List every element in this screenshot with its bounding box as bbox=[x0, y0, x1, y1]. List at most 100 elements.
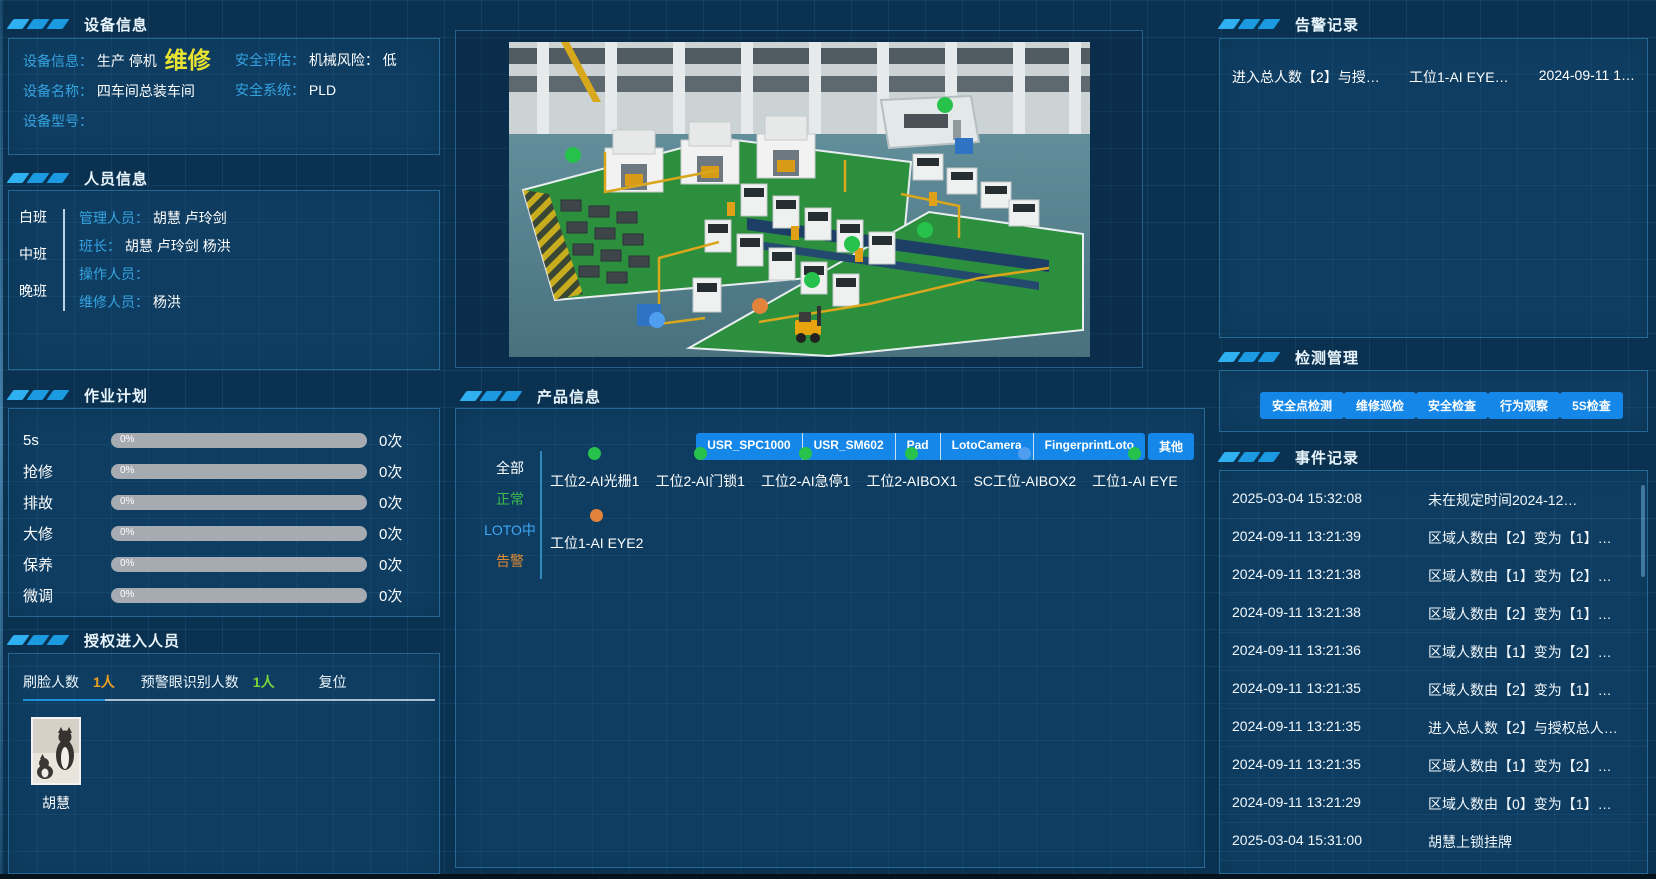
personnel-panel: 白班 中班 晚班 管理人员： 胡慧 卢玲剑 班长： 胡慧 卢玲剑 杨洪 操作人员… bbox=[8, 190, 440, 370]
section-title-text: 设备信息 bbox=[84, 14, 148, 35]
face-count-tab[interactable]: 刷脸人数 bbox=[23, 672, 79, 692]
event-message: 区域人数由【1】变为【2】… bbox=[1428, 566, 1635, 594]
safety-assess-value: 机械风险： 低 bbox=[309, 52, 397, 68]
section-marker-icon bbox=[10, 635, 70, 645]
work-plan-panel: 5s 0% 0次 抢修 0% 0次 排故 0% 0次 大修 0% 0次 保养 0… bbox=[8, 408, 440, 617]
manager-label: 管理人员： bbox=[79, 210, 149, 226]
event-row: 2024-09-11 13:21:39 区域人数由【2】变为【1】… bbox=[1220, 519, 1647, 557]
auth-tabs-underline bbox=[23, 699, 435, 701]
event-time: 2024-09-11 13:21:35 bbox=[1232, 718, 1428, 746]
event-message: 未在规定时间2024-12… bbox=[1428, 490, 1635, 518]
person-photo bbox=[31, 717, 81, 785]
safety-spot-check-button[interactable]: 安全点检测 bbox=[1260, 392, 1344, 419]
plan-progress-bar: 0% bbox=[111, 526, 367, 541]
event-row: 2024-09-11 13:21:36 区域人数由【1】变为【2】… bbox=[1220, 633, 1647, 671]
plan-row-maintenance: 保养 0% 0次 bbox=[23, 549, 425, 580]
section-title-text: 事件记录 bbox=[1295, 447, 1359, 468]
device-item[interactable]: 工位2-AI门锁1 bbox=[655, 447, 744, 491]
device-item-label: 工位2-AIBOX1 bbox=[866, 471, 957, 491]
event-time: 2024-09-11 13:21:35 bbox=[1232, 756, 1428, 784]
event-message: 区域人数由【2】变为【1】… bbox=[1428, 680, 1635, 708]
plan-label: 抢修 bbox=[23, 461, 111, 482]
event-time: 2025-03-04 15:32:08 bbox=[1232, 490, 1428, 518]
safety-assess-label: 安全评估： bbox=[235, 52, 305, 68]
plan-count: 0次 bbox=[379, 492, 425, 513]
event-time: 2024-09-11 13:21:35 bbox=[1232, 680, 1428, 708]
device-item[interactable]: SC工位-AIBOX2 bbox=[973, 447, 1076, 491]
authorized-section-title: 授权进入人员 bbox=[10, 630, 180, 650]
maintenance-patrol-button[interactable]: 维修巡检 bbox=[1344, 392, 1416, 419]
reset-button[interactable]: 复位 bbox=[319, 672, 347, 692]
filter-divider bbox=[540, 451, 542, 579]
device-item[interactable]: 工位2-AI急停1 bbox=[761, 447, 850, 491]
window-bottom-edge bbox=[0, 874, 1656, 879]
plan-progress-bar: 0% bbox=[111, 464, 367, 479]
eye-count-tab[interactable]: 预警眼识别人数 bbox=[141, 672, 239, 692]
fives-check-button[interactable]: 5S检查 bbox=[1560, 392, 1623, 419]
device-item-label: 工位1-AI EYE bbox=[1092, 471, 1178, 491]
filter-alarm[interactable]: 告警 bbox=[484, 546, 536, 577]
shift-tab-night[interactable]: 晚班 bbox=[19, 281, 59, 301]
event-row: 2024-09-11 13:21:29 区域人数由【0】变为【1】… bbox=[1220, 785, 1647, 823]
status-filter-list: 全部 正常 LOTO中 告警 bbox=[484, 453, 536, 577]
section-marker-icon bbox=[1221, 452, 1281, 462]
foreman-label: 班长： bbox=[79, 238, 121, 254]
device-item-label: 工位2-AI光栅1 bbox=[550, 471, 639, 491]
face-count-value: 1人 bbox=[93, 672, 115, 692]
event-row: 2024-09-11 13:21:38 区域人数由【2】变为【1】… bbox=[1220, 595, 1647, 633]
safety-system-value: PLD bbox=[309, 82, 336, 98]
section-title-text: 作业计划 bbox=[84, 385, 148, 406]
filter-all[interactable]: 全部 bbox=[484, 453, 536, 484]
device-item[interactable]: 工位1-AI EYE2 bbox=[550, 509, 643, 553]
status-dot-green-icon bbox=[588, 447, 601, 460]
event-time: 2024-09-11 13:21:38 bbox=[1232, 566, 1428, 594]
device-item[interactable]: 工位1-AI EYE bbox=[1092, 447, 1178, 491]
page-left-accent-line bbox=[0, 0, 3, 879]
maintainer-value: 杨洪 bbox=[153, 294, 181, 310]
device-item-label: 工位2-AI门锁1 bbox=[655, 471, 744, 491]
event-message: 区域人数由【2】变为【1】… bbox=[1428, 528, 1635, 556]
behavior-observe-button[interactable]: 行为观察 bbox=[1488, 392, 1560, 419]
device-name-value: 四车间总装车间 bbox=[97, 83, 195, 99]
alarm-records-panel: 进入总人数【2】与授… 工位1-AI EYE… 2024-09-11 1… bbox=[1219, 38, 1648, 338]
section-marker-icon bbox=[10, 19, 70, 29]
authorized-person-card[interactable]: 胡慧 bbox=[25, 717, 87, 813]
section-marker-icon bbox=[1221, 352, 1281, 362]
plan-count: 0次 bbox=[379, 585, 425, 606]
shift-tab-middle[interactable]: 中班 bbox=[19, 244, 59, 264]
authorized-panel: 刷脸人数 1人 预警眼识别人数 1人 复位 胡慧 bbox=[8, 653, 440, 874]
plan-row-repair: 抢修 0% 0次 bbox=[23, 456, 425, 487]
event-row: 2024-09-11 13:21:35 进入总人数【2】与授权总人… bbox=[1220, 709, 1647, 747]
device-item[interactable]: 工位2-AIBOX1 bbox=[866, 447, 957, 491]
maintainer-label: 维修人员： bbox=[79, 294, 149, 310]
shift-divider bbox=[63, 209, 65, 311]
plan-label: 5s bbox=[23, 432, 111, 449]
filter-loto[interactable]: LOTO中 bbox=[484, 515, 536, 546]
shift-tab-day[interactable]: 白班 bbox=[19, 207, 59, 227]
alarm-message: 进入总人数【2】与授… bbox=[1232, 67, 1409, 87]
event-time: 2024-09-11 13:21:39 bbox=[1232, 528, 1428, 556]
events-scrollbar[interactable] bbox=[1641, 485, 1645, 577]
device-name-label: 设备名称： bbox=[23, 83, 93, 99]
person-name: 胡慧 bbox=[25, 793, 87, 813]
plan-progress-bar: 0% bbox=[111, 495, 367, 510]
factory-3d-view bbox=[509, 42, 1090, 357]
section-title-text: 告警记录 bbox=[1295, 14, 1359, 35]
filter-normal[interactable]: 正常 bbox=[484, 484, 536, 515]
device-state-label: 设备信息： bbox=[23, 53, 93, 69]
safety-inspection-button[interactable]: 安全检查 bbox=[1416, 392, 1488, 419]
plan-label: 保养 bbox=[23, 554, 111, 575]
plan-progress-bar: 0% bbox=[111, 588, 367, 603]
event-message: 区域人数由【2】变为【1】… bbox=[1428, 604, 1635, 632]
plan-progress-bar: 0% bbox=[111, 557, 367, 572]
section-marker-icon bbox=[1221, 19, 1281, 29]
status-dot-green-icon bbox=[694, 447, 707, 460]
safety-system-label: 安全系统： bbox=[235, 82, 305, 98]
device-item[interactable]: 工位2-AI光栅1 bbox=[550, 447, 639, 491]
event-time: 2024-09-11 13:21:36 bbox=[1232, 642, 1428, 670]
plan-label: 排故 bbox=[23, 492, 111, 513]
section-title-text: 人员信息 bbox=[84, 168, 148, 189]
device-item-label: 工位1-AI EYE2 bbox=[550, 533, 643, 553]
event-row: 2025-03-04 15:31:00 胡慧上锁挂牌 bbox=[1220, 823, 1647, 861]
detection-panel: 安全点检测 维修巡检 安全检查 行为观察 5S检查 bbox=[1219, 370, 1648, 432]
